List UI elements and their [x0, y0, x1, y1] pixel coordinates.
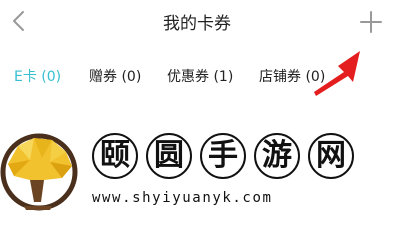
watermark-logo: [0, 133, 78, 211]
tab-gift-coupons[interactable]: 赠券 (0): [89, 66, 141, 86]
watermark-char: 颐: [92, 133, 138, 179]
red-arrow-annotation: [314, 51, 360, 96]
page-title: 我的卡券: [163, 14, 231, 34]
watermark-char: 网: [308, 133, 354, 179]
watermark-url: www.shyiyuanyk.com: [92, 190, 273, 206]
watermark-char: 手: [200, 133, 246, 179]
watermark-char: 圆: [146, 133, 192, 179]
plus-icon: [360, 11, 382, 33]
navigation-bar: 我的卡券: [0, 0, 394, 46]
tab-e-card[interactable]: E卡 (0): [14, 66, 61, 86]
add-card-button[interactable]: [356, 7, 386, 37]
watermark-char: 游: [254, 133, 300, 179]
tab-discount-coupons[interactable]: 优惠券 (1): [167, 66, 233, 86]
